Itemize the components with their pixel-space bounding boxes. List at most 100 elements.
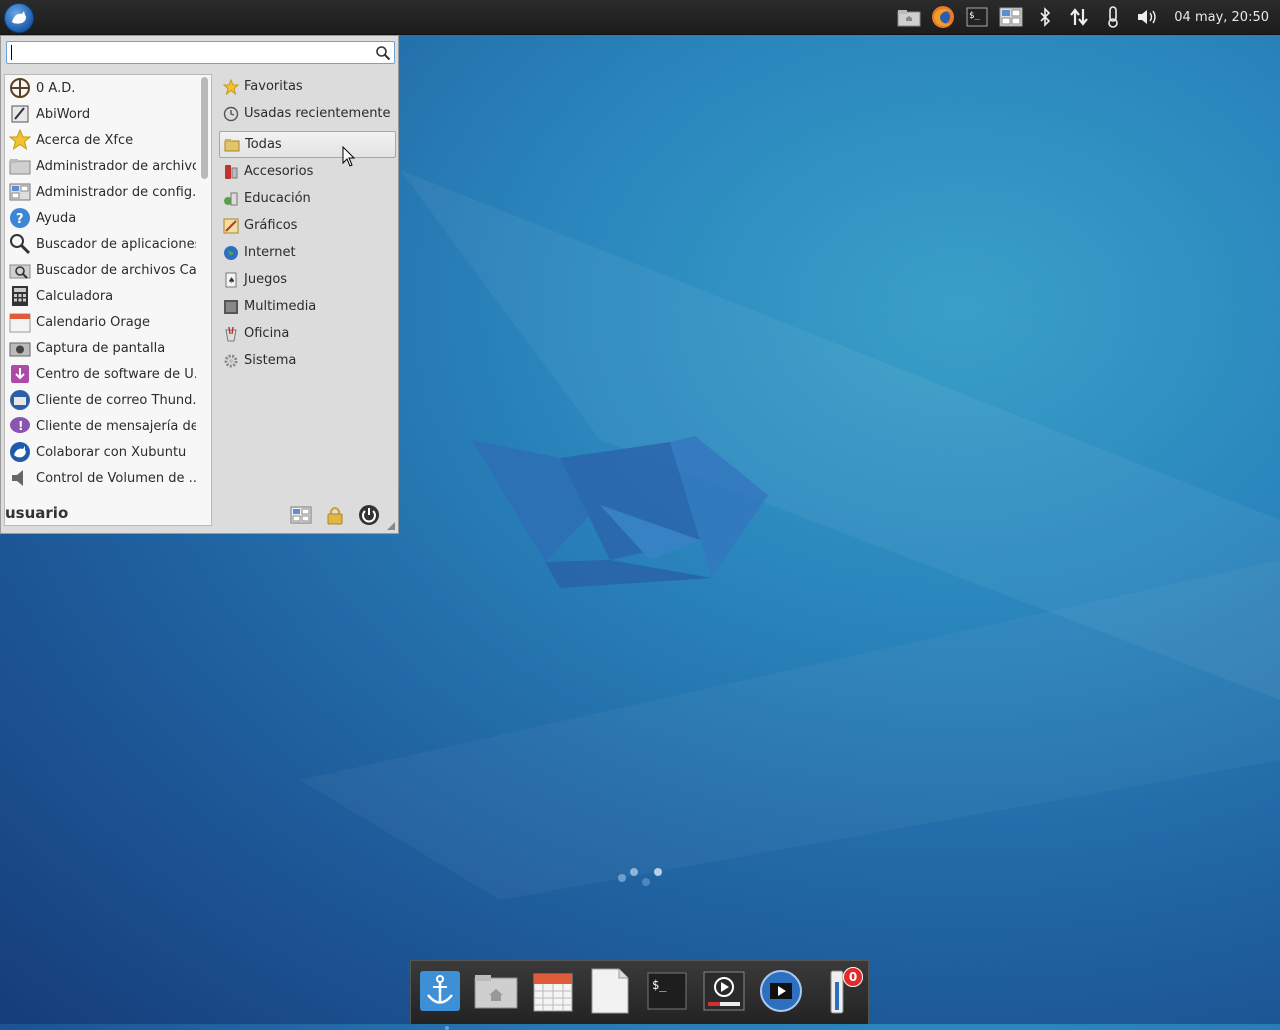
folder-icon (224, 137, 240, 153)
volume-icon[interactable] (1135, 5, 1159, 29)
whisker-menu: 0 A.D. AbiWord Acerca de Xfce Administra… (0, 35, 399, 534)
calendar-icon (533, 973, 573, 1012)
svg-text:?: ? (16, 212, 24, 227)
app-item-pidgin[interactable]: ! Cliente de mensajería de... (5, 413, 211, 439)
application-list[interactable]: 0 A.D. AbiWord Acerca de Xfce Administra… (4, 74, 212, 526)
category-recent[interactable]: Usadas recientemente (219, 100, 396, 127)
star-icon (223, 78, 239, 95)
app-item-about-xfce[interactable]: Acerca de Xfce (5, 127, 211, 153)
help-icon: ? (8, 206, 32, 230)
search-icon[interactable] (375, 45, 391, 61)
dock-item-thermometer[interactable]: 0 (815, 967, 863, 1015)
app-list-scrollbar[interactable] (201, 77, 208, 179)
firefox-icon[interactable] (931, 5, 955, 29)
power-icon (359, 505, 379, 525)
log-out-button[interactable] (357, 503, 381, 527)
app-label: Centro de software de U... (36, 366, 196, 382)
category-education[interactable]: Educación (219, 185, 396, 212)
category-label: Gráficos (244, 218, 298, 233)
app-item-orage-calendar[interactable]: Calendario Orage (5, 309, 211, 335)
category-label: Todas (245, 137, 282, 152)
category-label: Usadas recientemente (244, 106, 391, 121)
svg-text:!: ! (18, 419, 23, 433)
category-label: Multimedia (244, 299, 317, 314)
category-internet[interactable]: Internet (219, 239, 396, 266)
settings-manager-button[interactable] (289, 503, 313, 527)
svg-text:$_: $_ (652, 978, 667, 992)
app-label: Cliente de mensajería de... (36, 418, 196, 434)
dock-item-calendar[interactable] (531, 967, 575, 1015)
calculator-icon (8, 284, 32, 308)
resize-grip-icon[interactable] (387, 522, 395, 530)
dock-item-home-folder[interactable] (474, 967, 518, 1015)
svg-text:$_: $_ (969, 11, 980, 21)
applications-menu-button[interactable] (4, 3, 34, 33)
games-icon: ♠ (223, 272, 239, 288)
dock-item-document[interactable] (588, 967, 632, 1015)
category-all[interactable]: Todas (219, 131, 396, 158)
lock-screen-button[interactable] (323, 503, 347, 527)
search-input[interactable] (11, 43, 365, 64)
category-games[interactable]: ♠ Juegos (219, 266, 396, 293)
video-editor-icon (760, 970, 802, 1012)
globe-icon (223, 245, 239, 261)
notification-badge: 0 (843, 967, 863, 987)
app-item-catfish[interactable]: Buscador de archivos Ca... (5, 257, 211, 283)
bluetooth-icon[interactable] (1033, 5, 1057, 29)
star-icon (8, 128, 32, 152)
catfish-icon (8, 258, 32, 282)
category-list: Favoritas Usadas recientemente Todas Acc… (219, 73, 396, 374)
app-label: Captura de pantalla (36, 340, 166, 356)
app-item-calculator[interactable]: Calculadora (5, 283, 211, 309)
app-item-help[interactable]: ? Ayuda (5, 205, 211, 231)
category-favorites[interactable]: Favoritas (219, 73, 396, 100)
text-cursor (11, 45, 12, 60)
magnifier-icon (8, 232, 32, 256)
app-item-0ad[interactable]: 0 A.D. (5, 75, 211, 101)
temperature-icon[interactable] (1101, 5, 1125, 29)
app-item-xubuntu-contribute[interactable]: Colaborar con Xubuntu (5, 439, 211, 465)
camera-icon (8, 336, 32, 360)
category-multimedia[interactable]: Multimedia (219, 293, 396, 320)
username-label: usuario (5, 504, 69, 522)
app-label: Buscador de archivos Ca... (36, 262, 196, 278)
office-icon (223, 326, 239, 342)
file-manager-icon (8, 154, 32, 178)
network-icon[interactable] (1067, 5, 1091, 29)
thunderbird-icon (8, 388, 32, 412)
category-office[interactable]: Oficina (219, 320, 396, 347)
app-item-abiword[interactable]: AbiWord (5, 101, 211, 127)
app-label: Administrador de archivos (36, 158, 196, 174)
education-icon (223, 191, 239, 207)
category-graphics[interactable]: Gráficos (219, 212, 396, 239)
workspace-switcher-icon[interactable] (999, 5, 1023, 29)
app-label: Ayuda (36, 210, 77, 226)
search-field[interactable] (6, 41, 395, 64)
app-item-file-manager[interactable]: Administrador de archivos (5, 153, 211, 179)
app-label: AbiWord (36, 106, 91, 122)
system-tray: $_ 04 may, 20:50 (892, 0, 1280, 34)
dock-item-video-editor[interactable] (759, 967, 803, 1015)
app-item-volume-control[interactable]: Control de Volumen de ... (5, 465, 211, 491)
lock-icon (327, 507, 343, 525)
app-item-settings-manager[interactable]: Administrador de config... (5, 179, 211, 205)
0ad-icon (8, 76, 32, 100)
dock-item-anchor[interactable] (418, 967, 462, 1030)
terminal-icon[interactable]: $_ (965, 5, 989, 29)
svg-text:♠: ♠ (228, 276, 235, 285)
app-label: Calculadora (36, 288, 114, 304)
dock-item-media-player[interactable] (702, 967, 746, 1015)
folder-icon[interactable] (897, 5, 921, 29)
accessories-icon (223, 164, 239, 180)
top-panel: $_ 04 may, 20:50 (0, 0, 1280, 35)
app-item-app-finder[interactable]: Buscador de aplicaciones (5, 231, 211, 257)
dock-item-terminal[interactable]: $_ (645, 967, 689, 1015)
app-item-thunderbird[interactable]: Cliente de correo Thund... (5, 387, 211, 413)
category-accessories[interactable]: Accesorios (219, 158, 396, 185)
app-item-screenshot[interactable]: Captura de pantalla (5, 335, 211, 361)
app-item-software-center[interactable]: Centro de software de U... (5, 361, 211, 387)
clock[interactable]: 04 may, 20:50 (1174, 10, 1269, 25)
category-system[interactable]: Sistema (219, 347, 396, 374)
category-label: Accesorios (244, 164, 314, 179)
dock-panel: $_ 0 (410, 960, 869, 1030)
